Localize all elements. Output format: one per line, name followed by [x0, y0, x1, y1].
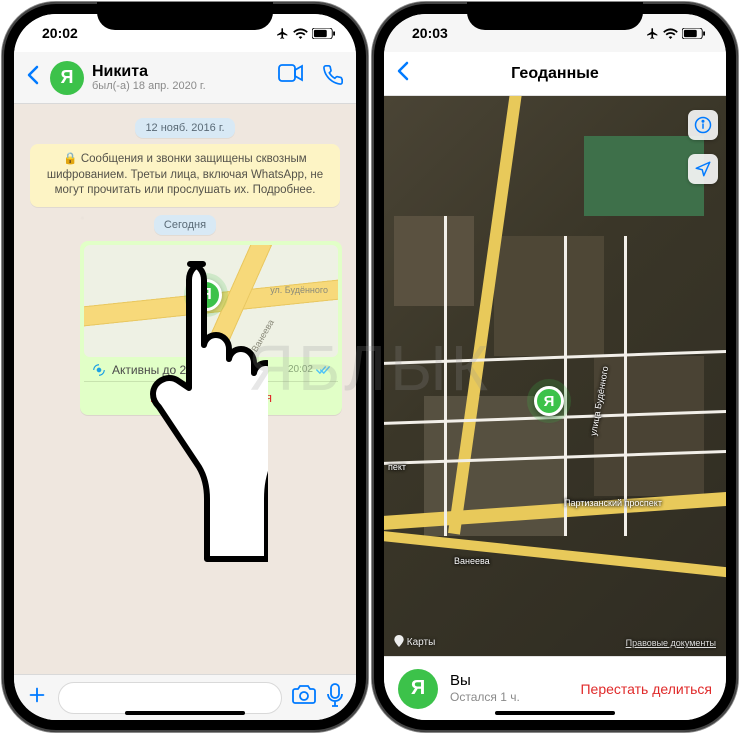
home-indicator[interactable]	[125, 711, 245, 715]
home-indicator[interactable]	[495, 711, 615, 715]
chat-body[interactable]: 12 нояб. 2016 г. 🔒 Сообщения и звонки за…	[14, 104, 356, 674]
video-call-button[interactable]	[278, 64, 304, 91]
map-locate-button[interactable]	[688, 154, 718, 184]
avatar[interactable]: Я	[398, 669, 438, 709]
notch	[467, 2, 643, 30]
contact-last-seen: был(-а) 18 апр. 2020 г.	[92, 80, 270, 92]
remaining-label: Остался 1 ч.	[450, 690, 568, 704]
wifi-icon	[293, 28, 308, 39]
notch	[97, 2, 273, 30]
message-timestamp: 20:02	[288, 364, 330, 375]
map-legal-link[interactable]: Правовые документы	[626, 638, 716, 648]
phone-right: 20:03 Геоданные	[372, 2, 738, 732]
camera-button[interactable]	[292, 685, 316, 710]
geo-header: Геоданные	[384, 52, 726, 96]
map-info-button[interactable]	[688, 110, 718, 140]
satellite-map[interactable]: улица Будённого Партизанский проспект Ва…	[384, 96, 726, 656]
airplane-icon	[646, 27, 659, 40]
read-ticks-icon	[316, 365, 330, 375]
status-icons	[646, 27, 706, 40]
screen-right: 20:03 Геоданные	[384, 14, 726, 720]
chat-header: Я Никита был(-а) 18 апр. 2020 г.	[14, 52, 356, 104]
voice-call-button[interactable]	[322, 64, 344, 91]
map-street-label: ул. Будённого	[270, 285, 328, 295]
status-icons	[276, 27, 336, 40]
map-street-label: Ванеева	[454, 556, 490, 566]
map-street-label: пект	[388, 462, 406, 472]
stop-sharing-button[interactable]: Перестать делиться	[580, 681, 712, 697]
phone-left: 20:02 Я Никита был(-а) 18 апр. 2020 г.	[2, 2, 368, 732]
map-street-label: ул. Ванеева	[242, 317, 276, 356]
battery-icon	[682, 28, 706, 39]
map-user-pin[interactable]: Я	[190, 279, 222, 311]
status-time: 20:03	[412, 25, 448, 41]
back-button[interactable]	[396, 61, 410, 86]
broadcast-icon	[92, 363, 106, 377]
mic-button[interactable]	[326, 683, 344, 712]
live-location-message[interactable]: ул. Будённого ул. Ванеева Я Активны до 2…	[80, 241, 342, 415]
you-info: Вы Остался 1 ч.	[450, 672, 568, 704]
date-separator: 12 нояб. 2016 г.	[135, 118, 234, 138]
encryption-notice[interactable]: 🔒 Сообщения и звонки защищены сквозным ш…	[30, 144, 340, 207]
page-title: Геоданные	[511, 65, 599, 83]
contact-info[interactable]: Никита был(-а) 18 апр. 2020 г.	[92, 63, 270, 93]
map-street-label: Партизанский проспект	[564, 498, 662, 508]
screen-left: 20:02 Я Никита был(-а) 18 апр. 2020 г.	[14, 14, 356, 720]
you-label: Вы	[450, 672, 568, 690]
attach-button[interactable]	[26, 684, 48, 711]
map-user-pin[interactable]: Я	[534, 386, 564, 416]
contact-name: Никита	[92, 63, 270, 81]
wifi-icon	[663, 28, 678, 39]
back-button[interactable]	[26, 65, 42, 90]
map-credit: Карты	[394, 635, 435, 648]
airplane-icon	[276, 27, 289, 40]
today-separator: Сегодня	[154, 215, 216, 235]
location-map-preview[interactable]: ул. Будённого ул. Ванеева Я	[84, 245, 338, 357]
active-until-label: Активны до 21:02	[112, 363, 210, 377]
status-time: 20:02	[42, 25, 78, 41]
battery-icon	[312, 28, 336, 39]
stop-sharing-button[interactable]: Перестать делиться	[84, 381, 338, 411]
message-input[interactable]	[58, 682, 282, 714]
avatar[interactable]: Я	[50, 61, 84, 95]
